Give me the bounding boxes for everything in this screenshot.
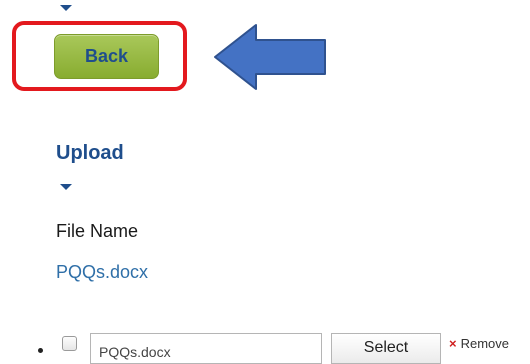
file-checkbox[interactable] — [62, 336, 77, 351]
annotation-arrow-icon — [214, 24, 326, 90]
file-name-label: File Name — [56, 221, 139, 241]
remove-link[interactable]: × Remove — [449, 336, 509, 351]
remove-label: Remove — [460, 336, 510, 351]
file-name-input[interactable] — [90, 333, 322, 364]
upload-list-item: Select × Remove — [0, 330, 530, 364]
remove-x-icon: × — [449, 336, 457, 351]
select-button[interactable]: Select — [331, 333, 441, 364]
page: Back Upload File Name PQQs.docx Select ×… — [0, 0, 530, 364]
file-name-link[interactable]: PQQs.docx — [56, 262, 148, 283]
list-bullet — [38, 348, 43, 353]
back-button[interactable]: Back — [54, 34, 159, 79]
upload-caret-icon[interactable] — [60, 184, 72, 190]
collapse-caret-icon[interactable] — [60, 5, 72, 11]
upload-heading: Upload — [56, 142, 124, 164]
